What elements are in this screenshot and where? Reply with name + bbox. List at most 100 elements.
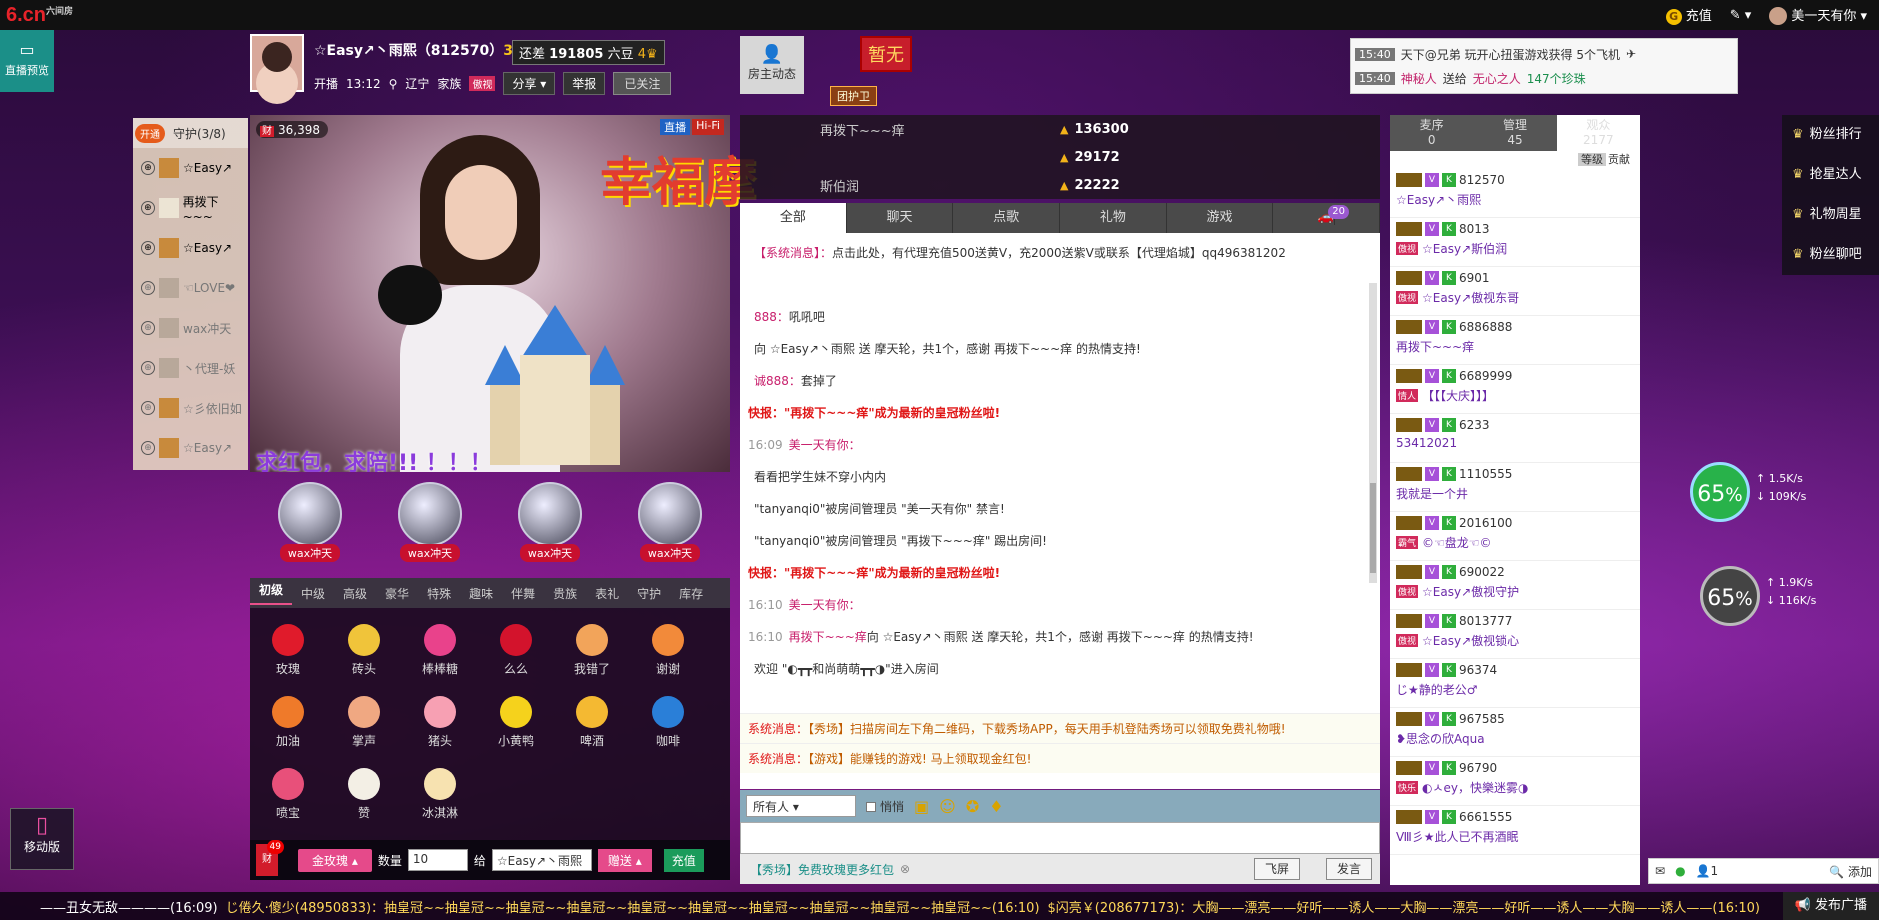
snow-globe[interactable]: wax冲天: [387, 482, 473, 562]
image-icon[interactable]: ▣: [914, 797, 929, 816]
emoji-icon[interactable]: ☺: [939, 797, 956, 816]
gift-item[interactable]: 小黄鸭: [478, 690, 554, 762]
gift-tab[interactable]: 表礼: [586, 585, 628, 602]
guardian-item[interactable]: ⊕ ☆Easy↗: [133, 148, 248, 188]
guardian-item[interactable]: ⊕ ☜LOVE❤: [133, 268, 248, 308]
gift-tab[interactable]: 守护: [628, 585, 670, 602]
gift-tab-basic[interactable]: 初级: [250, 581, 293, 605]
audience-row[interactable]: V K 6689999 情人 【【【大庆】】】: [1390, 365, 1640, 414]
report-button[interactable]: 举报: [563, 72, 606, 95]
star-grabber-link[interactable]: 抢星达人: [1782, 155, 1879, 195]
chat-target-select[interactable]: 所有人 ▾: [746, 795, 856, 817]
gift-item[interactable]: 喷宝: [250, 762, 326, 834]
selected-gift-button[interactable]: 金玫瑰 ▴: [298, 848, 372, 872]
audience-row[interactable]: V K 6901 傲视 ☆Easy↗傲视东哥: [1390, 267, 1640, 316]
gift-item[interactable]: 掌声: [326, 690, 402, 762]
gift-tab[interactable]: 豪华: [376, 585, 418, 602]
gift-tab[interactable]: 高级: [334, 585, 376, 602]
audience-row[interactable]: V K 6886888 再拨下~~~痒: [1390, 316, 1640, 365]
audience-row[interactable]: V K 812570 ☆Easy↗丶雨熙: [1390, 169, 1640, 218]
audience-row[interactable]: V K 1110555 我就是一个井: [1390, 463, 1640, 512]
family-tag[interactable]: 傲视: [469, 76, 496, 91]
whisper-checkbox[interactable]: 悄悄: [866, 798, 904, 815]
gift-tab[interactable]: 库存: [670, 585, 712, 602]
mail-icon[interactable]: ✉: [1655, 864, 1665, 878]
send-message-button[interactable]: 发言: [1325, 858, 1372, 880]
guardian-item[interactable]: ⊕ ☆Easy↗: [133, 428, 248, 468]
tab-mic-queue[interactable]: 麦序 0: [1390, 115, 1473, 151]
chat-messages[interactable]: 【系统消息】：点击此处，有代理充值500送黄V，充2000送紫V或联系【代理焰城…: [740, 233, 1380, 713]
gift-tab[interactable]: 贵族: [544, 585, 586, 602]
free-rose-link[interactable]: 【秀场】免费玫瑰更多红包: [750, 861, 894, 878]
snow-globe[interactable]: wax冲天: [507, 482, 593, 562]
gift-item[interactable]: 冰淇淋: [402, 762, 478, 834]
site-logo[interactable]: 6.cn六间房: [6, 4, 73, 27]
gift-item[interactable]: 猪头: [402, 690, 478, 762]
host-dynamic-button[interactable]: 👤 房主动态: [740, 36, 804, 94]
guardian-item[interactable]: ⊕ ☆Easy↗: [133, 228, 248, 268]
user-menu[interactable]: 美一天有你 ▾: [1769, 5, 1867, 26]
network-speed-widget[interactable]: 65%: [1700, 566, 1760, 626]
tab-car[interactable]: 🚗 20: [1273, 203, 1381, 233]
tab-all[interactable]: 全部: [740, 203, 847, 233]
wealth-badge[interactable]: 财 49: [256, 840, 284, 876]
gift-tab[interactable]: 趣味: [460, 585, 502, 602]
audience-row[interactable]: V K 8013777 傲视 ☆Easy↗傲视锁心: [1390, 610, 1640, 659]
share-button[interactable]: 分享 ▾: [503, 72, 556, 95]
gift-tab[interactable]: 伴舞: [502, 585, 544, 602]
add-friend-button[interactable]: 🔍 添加: [1829, 863, 1878, 880]
group-guard-tag[interactable]: 团护卫: [830, 86, 877, 106]
close-icon[interactable]: ⊗: [900, 862, 910, 876]
online-count[interactable]: 👤1: [1696, 864, 1719, 878]
recharge-link[interactable]: G 充值: [1665, 5, 1712, 25]
guardian-item[interactable]: ⊕ ☆彡依旧如: [133, 388, 248, 428]
vip-emoji-icon[interactable]: ✪: [966, 797, 979, 816]
guard-seat-badge[interactable]: 暂无: [860, 36, 912, 72]
rank-row[interactable]: 斯伯润22222: [740, 171, 1380, 199]
chat-input[interactable]: [740, 822, 1380, 854]
publish-broadcast-button[interactable]: 📢 发布广播: [1782, 892, 1879, 920]
tab-audience[interactable]: 观众 2177: [1556, 115, 1640, 151]
tab-game[interactable]: 游戏: [1167, 203, 1274, 233]
gift-tab[interactable]: 特殊: [418, 585, 460, 602]
vip-icon[interactable]: ♦: [989, 797, 1003, 816]
snow-globe[interactable]: wax冲天: [267, 482, 353, 562]
rank-row[interactable]: 29172: [740, 143, 1380, 171]
gift-item[interactable]: 赞: [326, 762, 402, 834]
audience-row[interactable]: V K 6661555 Ⅷ彡★此人已不再酒眠: [1390, 806, 1640, 855]
audience-row[interactable]: V K 690022 傲视 ☆Easy↗傲视守护: [1390, 561, 1640, 610]
gift-item[interactable]: 砖头: [326, 618, 402, 690]
audience-row[interactable]: V K 967585 ❥思念の欣Aqua: [1390, 708, 1640, 757]
anchor-avatar[interactable]: [250, 34, 304, 92]
edit-icon[interactable]: ✎ ▾: [1730, 8, 1752, 23]
audience-row[interactable]: V K 96374 じ★静的老公♂: [1390, 659, 1640, 708]
fan-chat-link[interactable]: 粉丝聊吧: [1782, 235, 1879, 275]
gift-item[interactable]: 啤酒: [554, 690, 630, 762]
rank-row[interactable]: 再拨下~~~痒136300: [740, 115, 1380, 143]
network-speed-widget[interactable]: 65%: [1690, 462, 1750, 522]
send-gift-button[interactable]: 赠送 ▴: [597, 848, 652, 872]
tab-admins[interactable]: 管理 45: [1473, 115, 1556, 151]
sort-toggle[interactable]: 等级 贡献: [1390, 151, 1640, 169]
snow-globe[interactable]: wax冲天: [627, 482, 713, 562]
recipient-select[interactable]: ☆Easy↗丶雨熙: [491, 849, 592, 871]
tab-song[interactable]: 点歌: [953, 203, 1061, 233]
gift-tab[interactable]: 中级: [292, 585, 334, 602]
gift-item[interactable]: 加油: [250, 690, 326, 762]
tab-gift[interactable]: 礼物: [1060, 203, 1167, 233]
gift-item[interactable]: 咖啡: [630, 690, 706, 762]
audience-row[interactable]: V K 6233 53412021: [1390, 414, 1640, 463]
gift-weekly-star-link[interactable]: 礼物周星: [1782, 195, 1879, 235]
fan-rank-link[interactable]: 粉丝排行: [1782, 115, 1879, 155]
audience-row[interactable]: V K 8013 傲视 ☆Easy↗斯伯润: [1390, 218, 1640, 267]
chat-scrollbar[interactable]: [1369, 283, 1377, 583]
gift-item[interactable]: 棒棒糖: [402, 618, 478, 690]
quantity-stepper[interactable]: 10: [407, 849, 468, 871]
fly-screen-button[interactable]: 飞屏: [1253, 858, 1300, 880]
recharge-button[interactable]: 充值: [663, 848, 704, 872]
guardian-item[interactable]: ⊕ 丶代理-妖: [133, 348, 248, 388]
gift-item[interactable]: 我错了: [554, 618, 630, 690]
audience-row[interactable]: V K 96790 快乐 ◐ㅅey，快樂迷雾◑: [1390, 757, 1640, 806]
gift-item[interactable]: 谢谢: [630, 618, 706, 690]
live-preview-tab[interactable]: ▭ 直播预览: [0, 30, 54, 92]
